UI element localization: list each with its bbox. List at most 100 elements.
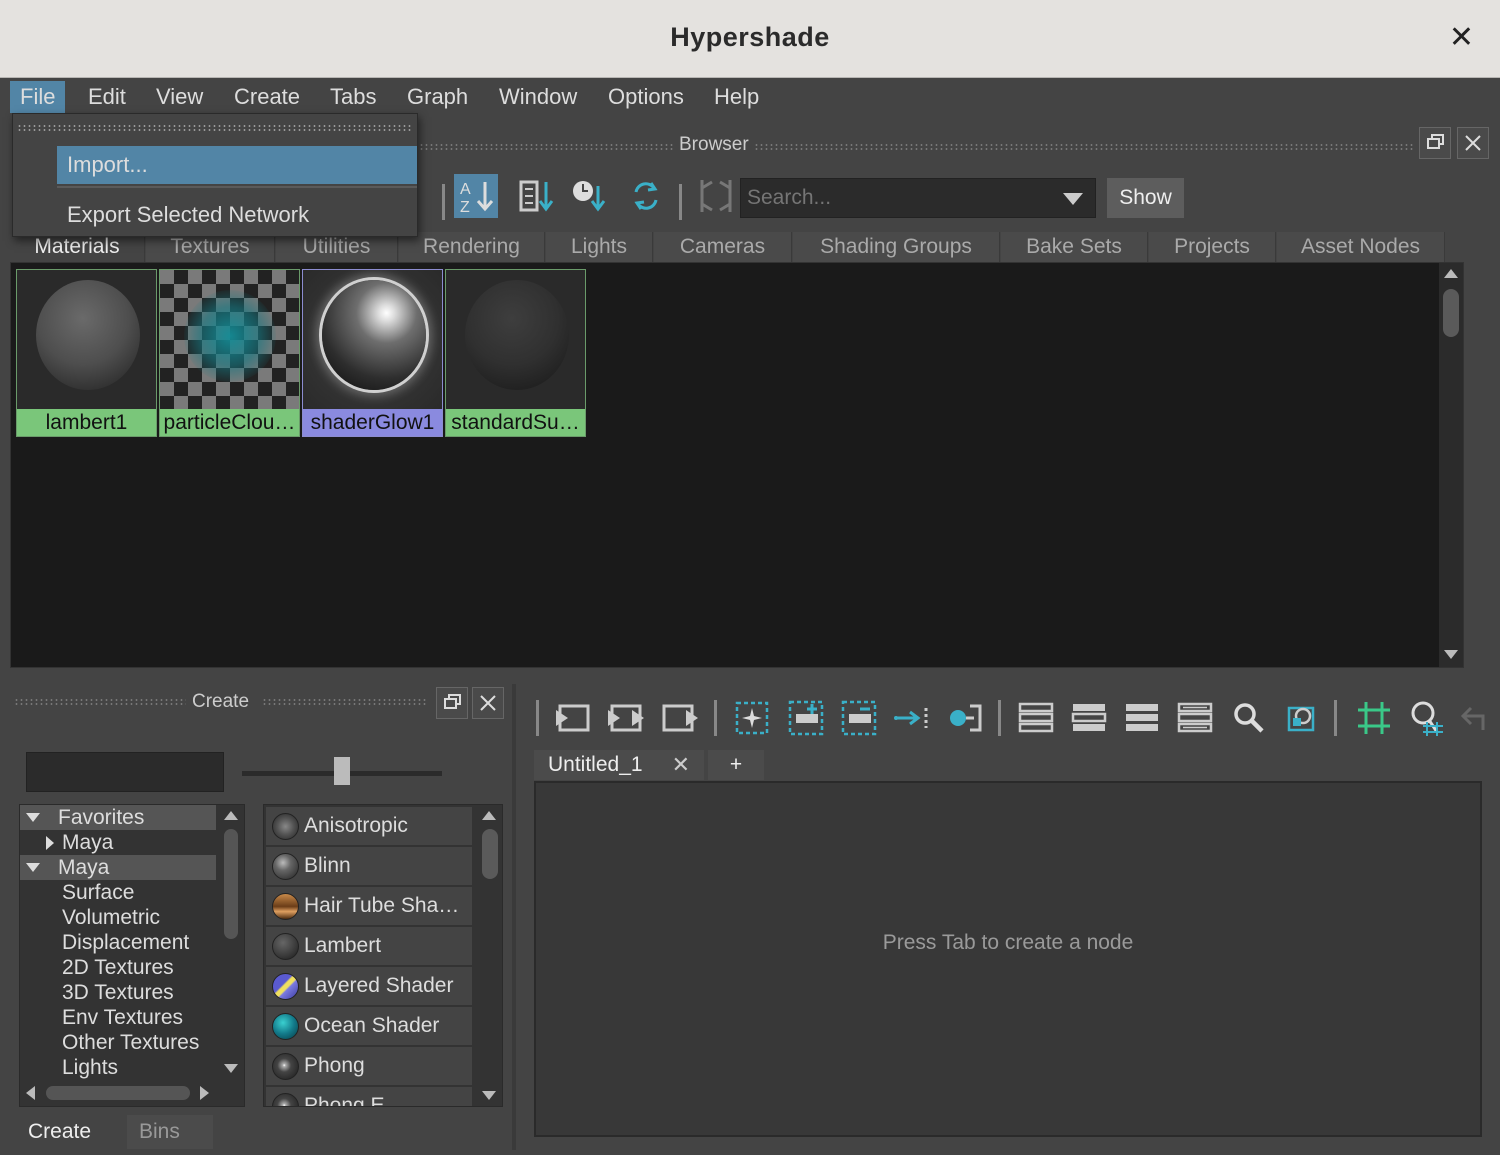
tree-item-env-textures[interactable]: Env Textures xyxy=(20,1005,216,1030)
node-phong[interactable]: Phong xyxy=(266,1047,472,1085)
snap-to-grid-icon[interactable] xyxy=(1407,696,1447,740)
node-anisotropic[interactable]: Anisotropic xyxy=(266,807,472,845)
menu-view[interactable]: View xyxy=(146,81,213,113)
menu-create[interactable]: Create xyxy=(224,81,310,113)
create-drag-handle[interactable] xyxy=(14,698,186,706)
browser-search-field[interactable] xyxy=(740,178,1096,218)
simple-mode-icon[interactable] xyxy=(1016,696,1056,740)
frame-swatches-button[interactable] xyxy=(694,174,738,218)
scroll-thumb[interactable] xyxy=(224,829,238,939)
tree-item-lights[interactable]: Lights xyxy=(20,1055,216,1080)
tab-bins[interactable]: Bins xyxy=(127,1115,213,1149)
tree-item-volumetric[interactable]: Volumetric xyxy=(20,905,216,930)
slider-handle[interactable] xyxy=(334,757,350,785)
tab-projects[interactable]: Projects xyxy=(1149,232,1276,262)
show-button[interactable]: Show xyxy=(1107,178,1184,218)
scroll-down-icon[interactable] xyxy=(1444,650,1458,659)
tree-item-favorites[interactable]: Favorites xyxy=(20,805,216,830)
float-panel-button[interactable] xyxy=(436,687,468,719)
scroll-up-icon[interactable] xyxy=(482,811,496,820)
tree-item-2d-textures[interactable]: 2D Textures xyxy=(20,955,216,980)
tab-bake-sets[interactable]: Bake Sets xyxy=(1001,232,1148,262)
h-scroll-thumb[interactable] xyxy=(46,1086,190,1100)
tab-shading-groups[interactable]: Shading Groups xyxy=(793,232,1000,262)
close-panel-button[interactable] xyxy=(472,687,504,719)
scroll-thumb[interactable] xyxy=(482,829,498,879)
graph-upstream-icon[interactable] xyxy=(892,696,932,740)
node-layered-shader[interactable]: Layered Shader xyxy=(266,967,472,1005)
input-connections-icon[interactable] xyxy=(554,696,594,740)
menu-tabs[interactable]: Tabs xyxy=(320,81,386,113)
menu-edit[interactable]: Edit xyxy=(78,81,136,113)
scroll-down-icon[interactable] xyxy=(482,1091,496,1100)
close-window-button[interactable]: ✕ xyxy=(1449,20,1474,55)
tab-create[interactable]: Create xyxy=(16,1115,126,1149)
toggle-swatches-icon[interactable] xyxy=(1281,696,1321,740)
tear-off-handle[interactable] xyxy=(17,124,413,132)
node-hair-tube-shader[interactable]: Hair Tube Sha… xyxy=(266,887,472,925)
sort-by-name-button[interactable]: AZ xyxy=(454,174,498,218)
create-drag-handle[interactable] xyxy=(262,698,426,706)
tree-item-displacement[interactable]: Displacement xyxy=(20,930,216,955)
menu-file[interactable]: File xyxy=(10,81,66,113)
grid-toggle-icon[interactable] xyxy=(1354,696,1394,740)
scroll-left-icon[interactable] xyxy=(26,1086,35,1100)
node-lambert[interactable]: Lambert xyxy=(266,927,472,965)
menu-graph[interactable]: Graph xyxy=(397,81,478,113)
search-input[interactable] xyxy=(741,179,1051,217)
menu-window[interactable]: Window xyxy=(489,81,587,113)
create-filter-field[interactable] xyxy=(26,752,224,792)
full-mode-icon[interactable] xyxy=(1122,696,1162,740)
menu-item-export-selected-network[interactable]: Export Selected Network xyxy=(57,196,417,234)
tab-lights[interactable]: Lights xyxy=(546,232,653,262)
tree-item-surface[interactable]: Surface xyxy=(20,880,216,905)
scroll-thumb[interactable] xyxy=(1443,289,1459,337)
panel-divider[interactable] xyxy=(512,684,516,1150)
scroll-right-icon[interactable] xyxy=(200,1086,209,1100)
node-blinn[interactable]: Blinn xyxy=(266,847,472,885)
menu-help[interactable]: Help xyxy=(704,81,769,113)
scroll-up-icon[interactable] xyxy=(224,811,238,820)
tree-item-maya[interactable]: Maya xyxy=(20,855,216,880)
menu-options[interactable]: Options xyxy=(598,81,694,113)
tree-item-favorites-maya[interactable]: Maya xyxy=(20,830,216,855)
tree-item-other-textures[interactable]: Other Textures xyxy=(20,1030,216,1055)
swatch-shader-glow[interactable]: shaderGlow1 xyxy=(302,269,443,437)
refresh-swatches-button[interactable] xyxy=(624,174,668,218)
tab-rendering[interactable]: Rendering xyxy=(399,232,545,262)
scroll-down-icon[interactable] xyxy=(224,1064,238,1073)
float-panel-button[interactable] xyxy=(1419,127,1451,159)
tree-scrollbar[interactable] xyxy=(218,805,244,1077)
swatch-particle-cloud[interactable]: particleClou… xyxy=(159,269,300,437)
sort-by-time-button[interactable] xyxy=(568,174,612,218)
tab-cameras[interactable]: Cameras xyxy=(654,232,792,262)
expand-caret-icon[interactable] xyxy=(26,863,40,872)
connected-mode-icon[interactable] xyxy=(1069,696,1109,740)
node-phong-e[interactable]: Phong E xyxy=(266,1087,472,1106)
add-graph-tab-button[interactable]: + xyxy=(708,750,764,780)
swatch-scrollbar[interactable] xyxy=(1439,263,1463,667)
sort-by-type-button[interactable] xyxy=(515,174,559,218)
tree-h-scrollbar[interactable] xyxy=(20,1080,220,1106)
node-editor-canvas[interactable]: Press Tab to create a node xyxy=(534,781,1482,1137)
menu-item-import[interactable]: Import... xyxy=(57,146,417,184)
expand-caret-icon[interactable] xyxy=(26,813,40,822)
undo-arrow-icon[interactable] xyxy=(1457,696,1487,740)
tab-asset-nodes[interactable]: Asset Nodes xyxy=(1277,232,1445,262)
scroll-up-icon[interactable] xyxy=(1444,269,1458,278)
input-output-connections-icon[interactable] xyxy=(606,696,646,740)
frame-selected-icon[interactable] xyxy=(732,696,772,740)
graph-network-icon[interactable] xyxy=(944,696,984,740)
graph-tab-untitled-1[interactable]: Untitled_1 ✕ xyxy=(534,750,704,780)
remove-selected-nodes-icon[interactable] xyxy=(839,696,879,740)
custom-mode-icon[interactable] xyxy=(1175,696,1215,740)
close-panel-button[interactable] xyxy=(1457,127,1489,159)
node-ocean-shader[interactable]: Ocean Shader xyxy=(266,1007,472,1045)
swatch-lambert1[interactable]: lambert1 xyxy=(16,269,157,437)
search-icon[interactable] xyxy=(1229,696,1269,740)
swatch-standard-surface[interactable]: standardSu… xyxy=(445,269,586,437)
add-selected-nodes-icon[interactable] xyxy=(786,696,826,740)
output-connections-icon[interactable] xyxy=(660,696,700,740)
close-tab-icon[interactable]: ✕ xyxy=(672,750,690,780)
browser-drag-handle[interactable] xyxy=(414,143,1414,151)
